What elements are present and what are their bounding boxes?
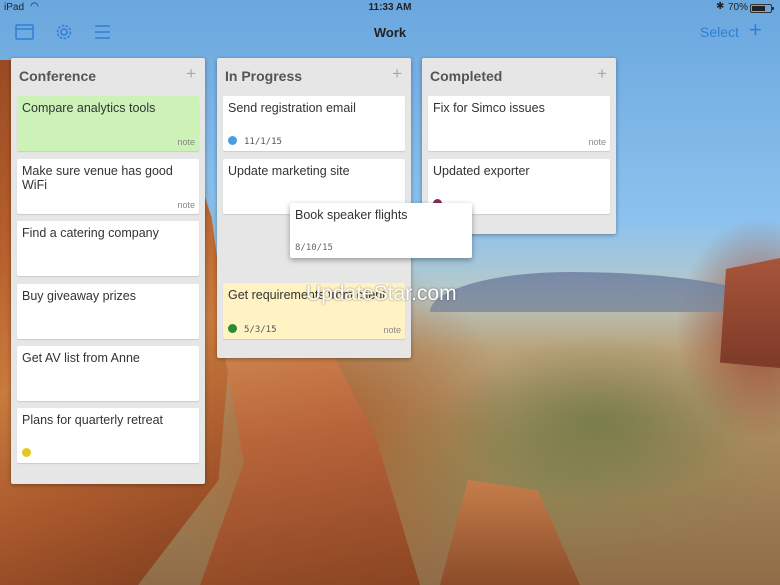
background-rock-bottom [440, 480, 580, 585]
due-date: 11/1/15 [244, 137, 282, 147]
card[interactable]: Get AV list from Anne [17, 346, 199, 401]
card[interactable]: Send registration email 11/1/15 [223, 96, 405, 151]
add-card-button[interactable]: + [392, 65, 402, 82]
card-title: Buy giveaway prizes [22, 289, 136, 303]
card-title: Update marketing site [228, 164, 350, 178]
watermark: UpdateStar.com [306, 282, 457, 305]
card[interactable]: Plans for quarterly retreat [17, 408, 199, 463]
note-label: note [177, 137, 195, 147]
label-dot [228, 136, 237, 145]
battery-percent: 70% [728, 2, 749, 13]
column-title: Conference [19, 68, 97, 84]
card[interactable]: Fix for Simco issues note [428, 96, 610, 151]
clock: 11:33 AM [368, 2, 412, 13]
label-dot [228, 324, 237, 333]
card-title: Compare analytics tools [22, 101, 156, 115]
note-label: note [383, 325, 401, 335]
card[interactable]: Make sure venue has good WiFi note [17, 159, 199, 214]
card-title: Updated exporter [433, 164, 530, 178]
column-header: Completed + [422, 58, 616, 92]
card-title: Get AV list from Anne [22, 351, 140, 365]
nav-bar: Work Select + [0, 16, 780, 50]
select-button[interactable]: Select [700, 24, 739, 40]
column-conference: Conference + Compare analytics tools not… [11, 58, 205, 484]
card-title: Send registration email [228, 101, 356, 115]
card-title: Make sure venue has good WiFi [22, 164, 173, 192]
card[interactable]: Find a catering company [17, 221, 199, 276]
card-title: Fix for Simco issues [433, 101, 545, 115]
column-header: Conference + [11, 58, 205, 92]
background-rock-right [720, 258, 780, 368]
label-dot [22, 448, 31, 457]
add-button[interactable]: + [749, 19, 762, 41]
card[interactable]: Buy giveaway prizes [17, 284, 199, 339]
add-card-button[interactable]: + [186, 65, 196, 82]
battery-icon [750, 4, 774, 13]
due-date: 8/10/15 [295, 243, 333, 253]
page-title: Work [373, 25, 407, 40]
add-card-button[interactable]: + [597, 65, 607, 82]
card-title: Book speaker flights [295, 208, 408, 222]
card[interactable]: Compare analytics tools note [17, 96, 199, 151]
column-title: In Progress [225, 68, 303, 84]
column-title: Completed [430, 68, 503, 84]
column-header: In Progress + [217, 58, 411, 92]
dragging-card[interactable]: Book speaker flights 8/10/15 [290, 203, 472, 258]
background-rock-center [200, 340, 420, 585]
status-bar: iPad ◠ 11:33 AM ✱ 70% [0, 0, 780, 16]
card-title: Plans for quarterly retreat [22, 413, 164, 427]
note-label: note [588, 137, 606, 147]
due-date: 5/3/15 [244, 325, 277, 335]
bluetooth-icon: ✱ [716, 1, 725, 12]
card-title: Find a catering company [22, 226, 159, 240]
note-label: note [177, 200, 195, 210]
